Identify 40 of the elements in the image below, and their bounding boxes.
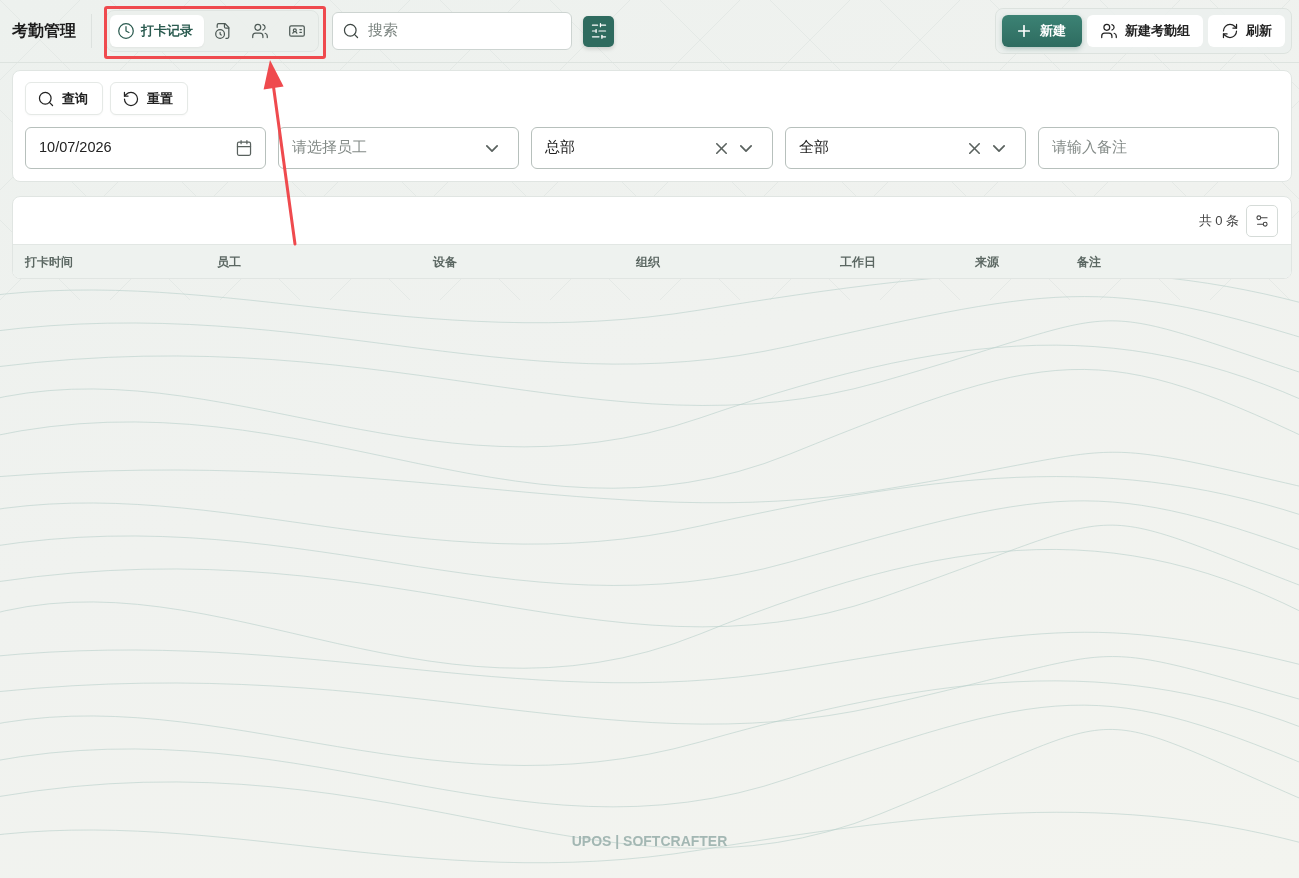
page-title: 考勤管理	[12, 21, 76, 41]
search-icon	[343, 23, 359, 39]
select-field[interactable]: 全部	[784, 127, 1026, 169]
search-icon	[38, 90, 54, 107]
record-count: 共 0 条	[1198, 211, 1239, 230]
select-field[interactable]: 总部	[531, 127, 773, 169]
document-clock-icon	[215, 23, 231, 39]
footer-brand: UPOS | SOFTCRAFTER	[571, 833, 728, 849]
new-button[interactable]: 新建	[1002, 15, 1082, 47]
column-header: 打卡时间	[25, 255, 73, 269]
users-icon	[252, 23, 268, 39]
filter-button[interactable]	[583, 15, 614, 47]
toggles-icon	[1255, 213, 1269, 228]
clock-icon	[118, 23, 134, 39]
remark-field[interactable]: 请输入备注	[1037, 127, 1279, 169]
id-card-icon	[289, 23, 305, 39]
select-field[interactable]: 请选择员工	[278, 127, 520, 169]
toolbar-button[interactable]: 刷新	[1208, 15, 1285, 47]
chevron-down-icon	[486, 144, 499, 152]
calendar-icon	[236, 140, 253, 156]
date-field[interactable]: 10/07/2026	[25, 127, 267, 169]
column-settings-button[interactable]	[1246, 204, 1278, 237]
sliders-icon	[590, 23, 607, 39]
column-header: 备注	[1077, 255, 1101, 269]
column-header: 工作日	[840, 255, 876, 269]
column-header: 来源	[975, 255, 999, 269]
search-field[interactable]: 搜索	[332, 12, 572, 50]
refresh-icon	[1222, 23, 1238, 39]
column-header: 员工	[217, 255, 241, 269]
reset-button[interactable]: 重置	[110, 82, 188, 115]
toolbar-button[interactable]: 新建考勤组	[1087, 15, 1203, 47]
users-icon	[1101, 23, 1117, 39]
column-header: 设备	[433, 255, 457, 269]
chevron-down-icon	[992, 144, 1005, 152]
chevron-down-icon	[739, 144, 752, 152]
plus-icon	[1018, 25, 1030, 37]
column-header: 组织	[636, 255, 660, 269]
reset-icon	[123, 90, 139, 107]
query-button[interactable]: 查询	[25, 82, 103, 115]
view-tab[interactable]: 打卡记录	[110, 15, 204, 47]
